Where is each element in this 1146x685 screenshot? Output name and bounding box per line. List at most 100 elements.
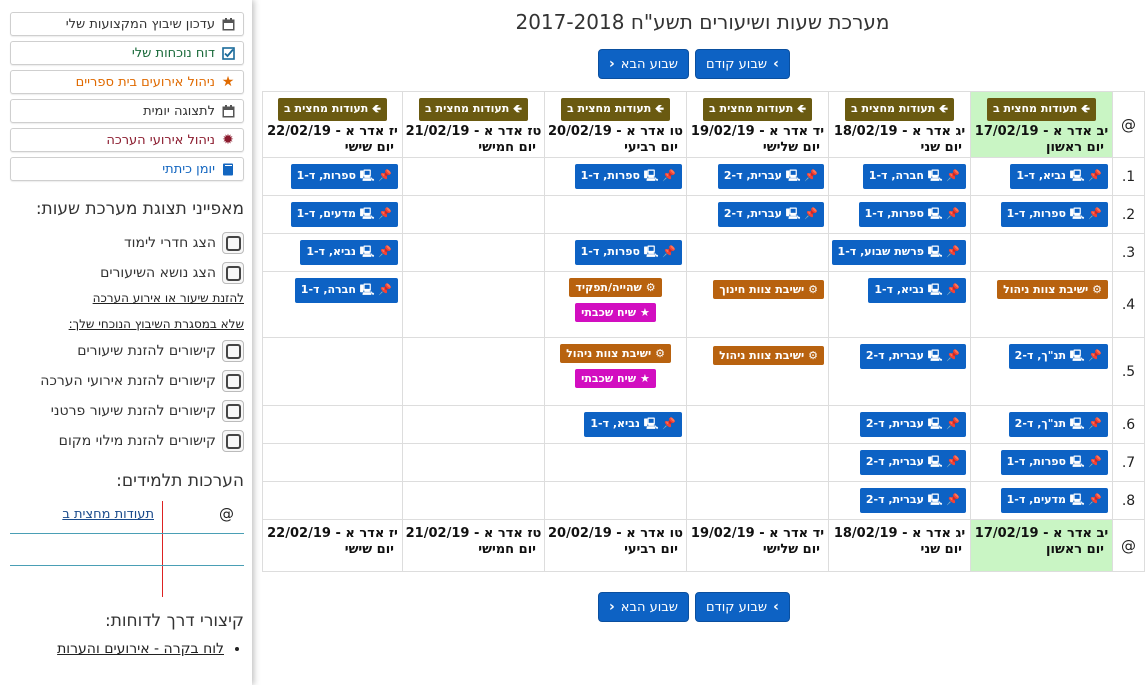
show-topics-checkbox[interactable] (222, 262, 244, 284)
lesson-badge[interactable]: 📌 🖳 נביא, ד-1 (868, 278, 966, 303)
next-week-button[interactable]: שבוע הבא ‹ (598, 49, 690, 79)
event-badge[interactable]: ★ שיח שכבתי (575, 303, 656, 322)
duty-badge[interactable]: ⚙ שהייה/תפקיד (569, 278, 662, 297)
eval-links-checkbox[interactable] (222, 370, 244, 392)
lesson-badge[interactable]: 📌 🖳 ספרות, ד-1 (574, 164, 682, 189)
lesson-badge[interactable]: 📌 🖳 נביא, ד-1 (584, 412, 682, 437)
day-date: טו אדר א - 20/02/19 (548, 526, 683, 541)
lesson-badge[interactable]: 📌 🖳 חברה, ד-1 (862, 164, 966, 189)
substitute-links-option[interactable]: קישורים להזנת מילוי מקום (10, 427, 244, 455)
private-lesson-links-option[interactable]: קישורים להזנת שיעור פרטני (10, 397, 244, 425)
lesson-badge[interactable]: 📌 🖳 ספרות, ד-1 (290, 164, 398, 189)
day-name: יום שישי (344, 542, 394, 557)
show-rooms-checkbox[interactable] (222, 232, 244, 254)
day-date: יד אדר א - 19/02/19 (690, 526, 825, 541)
slot-cell: 📌 🖳 ספרות, ד-1 (262, 157, 403, 196)
update-subjects-button[interactable]: עדכון שיבוץ המקצועות שלי (10, 12, 244, 36)
meeting-badge[interactable]: ⚙ ישיבת צוות ניהול (560, 344, 671, 363)
evaluation-events-button[interactable]: ✹ ניהול אירועי הערכה (10, 128, 244, 152)
grade-pill[interactable]: 🡸 תעודות מחצית ב (845, 98, 954, 121)
lesson-badge[interactable]: 📌 🖳 ספרות, ד-1 (1000, 202, 1108, 227)
lesson-badge[interactable]: 📌 🖳 מדעים, ד-1 (290, 202, 398, 227)
features-heading: מאפייני תצוגת מערכת שעות: (35, 199, 244, 219)
lesson-badge[interactable]: 📌 🖳 עברית, ד-2 (859, 412, 966, 437)
prev-week-button[interactable]: › שבוע קודם (695, 49, 790, 79)
pin-icon: 📌 (378, 283, 392, 296)
slot-cell: 📌 🖳 עברית, ד-2 (828, 443, 971, 482)
day-footer: יב אדר א - 17/02/19 יום ראשון (970, 519, 1113, 572)
slot-cell: 📌 🖳 חברה, ד-1 (262, 271, 403, 338)
lesson-badge[interactable]: 📌 🖳 ספרות, ד-1 (574, 240, 682, 265)
outside-assignment-link[interactable]: שלא במסגרת השיבוץ הנוכחי שלך: (10, 317, 244, 331)
private-lesson-links-checkbox[interactable] (222, 400, 244, 422)
enter-lesson-link[interactable]: להזנת שיעור או אירוע הערכה (10, 291, 244, 305)
day-name: יום חמישי (478, 542, 536, 557)
grade-pill[interactable]: 🡸 תעודות מחצית ב (561, 98, 670, 121)
lesson-badge[interactable]: 📌 🖳 חברה, ד-1 (294, 278, 398, 303)
lesson-badge[interactable]: 📌 🖳 ספרות, ד-1 (858, 202, 966, 227)
show-topics-option[interactable]: הצג נושא השיעורים (10, 259, 244, 287)
eval-at-icon: @ (219, 505, 234, 523)
school-events-button[interactable]: ★ ניהול אירועים בית ספריים (10, 70, 244, 94)
next-week-button[interactable]: שבוע הבא ‹ (598, 592, 690, 622)
day-date: יז אדר א - 22/02/19 (267, 124, 398, 139)
prev-week-button[interactable]: › שבוע קודם (695, 592, 790, 622)
lesson-badge[interactable]: 📌 🖳 מדעים, ד-1 (1000, 488, 1108, 513)
meeting-badge[interactable]: ⚙ ישיבת צוות ניהול (997, 280, 1108, 299)
grade-pill[interactable]: 🡸 תעודות מחצית ב (419, 98, 528, 121)
next-week-label: שבוע הבא (620, 56, 679, 72)
grade-pill[interactable]: 🡸 תעודות מחצית ב (278, 98, 387, 121)
lesson-badge[interactable]: 📌 🖳 נביא, ד-1 (1010, 164, 1108, 189)
slot-cell (402, 443, 545, 482)
daily-view-button[interactable]: לתצוגה יומית (10, 99, 244, 123)
class-diary-button[interactable]: יומן כיתתי (10, 157, 244, 181)
period-number: 6. (1112, 405, 1145, 444)
grade-report-link[interactable]: תעודות מחצית ב (62, 507, 154, 522)
prev-week-label: שבוע קודם (706, 599, 768, 615)
class-diary-label: יומן כיתתי (162, 161, 215, 177)
lesson-badge[interactable]: 📌 🖳 עברית, ד-2 (717, 202, 824, 227)
slot-cell (402, 271, 545, 338)
lesson-links-option[interactable]: קישורים להזנת שיעורים (10, 337, 244, 365)
lesson-badge[interactable]: 📌 🖳 תנ"ך, ד-2 (1008, 412, 1108, 437)
event-badge[interactable]: ★ שיח שכבתי (575, 369, 656, 388)
week-nav-top: › שבוע קודם שבוע הבא ‹ (598, 49, 790, 79)
slot-cell: 📌 🖳 תנ"ך, ד-2 (970, 405, 1113, 444)
attendance-report-button[interactable]: דוח נוכחות שלי (10, 41, 244, 65)
slot-cell (544, 195, 687, 234)
eval-links-option[interactable]: קישורים להזנת אירועי הערכה (10, 367, 244, 395)
dashboard-link[interactable]: לוח בקרה - אירועים והערות (10, 641, 224, 657)
slot-cell: ⚙ שהייה/תפקיד ★ שיח שכבתי (544, 271, 687, 338)
slot-cell: 📌 🖳 נביא, ד-1 (828, 271, 971, 338)
lesson-badge[interactable]: 📌 🖳 נביא, ד-1 (300, 240, 398, 265)
gear-icon: ⚙ (645, 281, 656, 294)
show-rooms-option[interactable]: הצג חדרי לימוד (10, 229, 244, 257)
lesson-badge[interactable]: 📌 🖳 עברית, ד-2 (859, 488, 966, 513)
meeting-badge[interactable]: ⚙ ישיבת צוות חינוך (713, 280, 824, 299)
slot-cell (402, 481, 545, 520)
period-row: 1. 📌 🖳 נביא, ד-1 📌 🖳 חברה, ד-1 📌 🖳 עברית… (262, 157, 1145, 196)
lesson-badge[interactable]: 📌 🖳 ספרות, ד-1 (1000, 450, 1108, 475)
lesson-badge[interactable]: 📌 🖳 עברית, ד-2 (717, 164, 824, 189)
substitute-links-checkbox[interactable] (222, 430, 244, 452)
day-date: יד אדר א - 19/02/19 (690, 124, 825, 139)
grade-pill[interactable]: 🡸 תעודות מחצית ב (703, 98, 812, 121)
lesson-badge[interactable]: 📌 🖳 תנ"ך, ד-2 (1008, 344, 1108, 369)
day-name: יום רביעי (624, 140, 678, 155)
period-number: 1. (1112, 157, 1145, 196)
chevron-right-icon: › (773, 56, 779, 72)
grade-pill[interactable]: 🡸 תעודות מחצית ב (987, 98, 1096, 121)
lesson-badge[interactable]: 📌 🖳 עברית, ד-2 (859, 344, 966, 369)
lesson-badge[interactable]: 📌 🖳 פרשת שבוע, ד-1 (831, 240, 966, 265)
period-row: 3. 📌 🖳 פרשת שבוע, ד-1 📌 🖳 ספרות, ד-1 📌 🖳… (262, 233, 1145, 272)
day-date: טז אדר א - 21/02/19 (405, 526, 542, 541)
slot-cell: 📌 🖳 עברית, ד-2 (828, 337, 971, 406)
lesson-badge[interactable]: 📌 🖳 עברית, ד-2 (859, 450, 966, 475)
slot-cell (970, 233, 1113, 272)
meeting-badge[interactable]: ⚙ ישיבת צוות ניהול (713, 346, 824, 365)
day-date: יג אדר א - 18/02/19 (833, 526, 966, 541)
lesson-links-checkbox[interactable] (222, 340, 244, 362)
period-row: 8. 📌 🖳 מדעים, ד-1 📌 🖳 עברית, ד-2 (262, 481, 1145, 520)
update-subjects-label: עדכון שיבוץ המקצועות שלי (65, 16, 215, 32)
day-header: 🡸 תעודות מחצית ב יג אדר א - 18/02/19 יום… (828, 91, 971, 158)
